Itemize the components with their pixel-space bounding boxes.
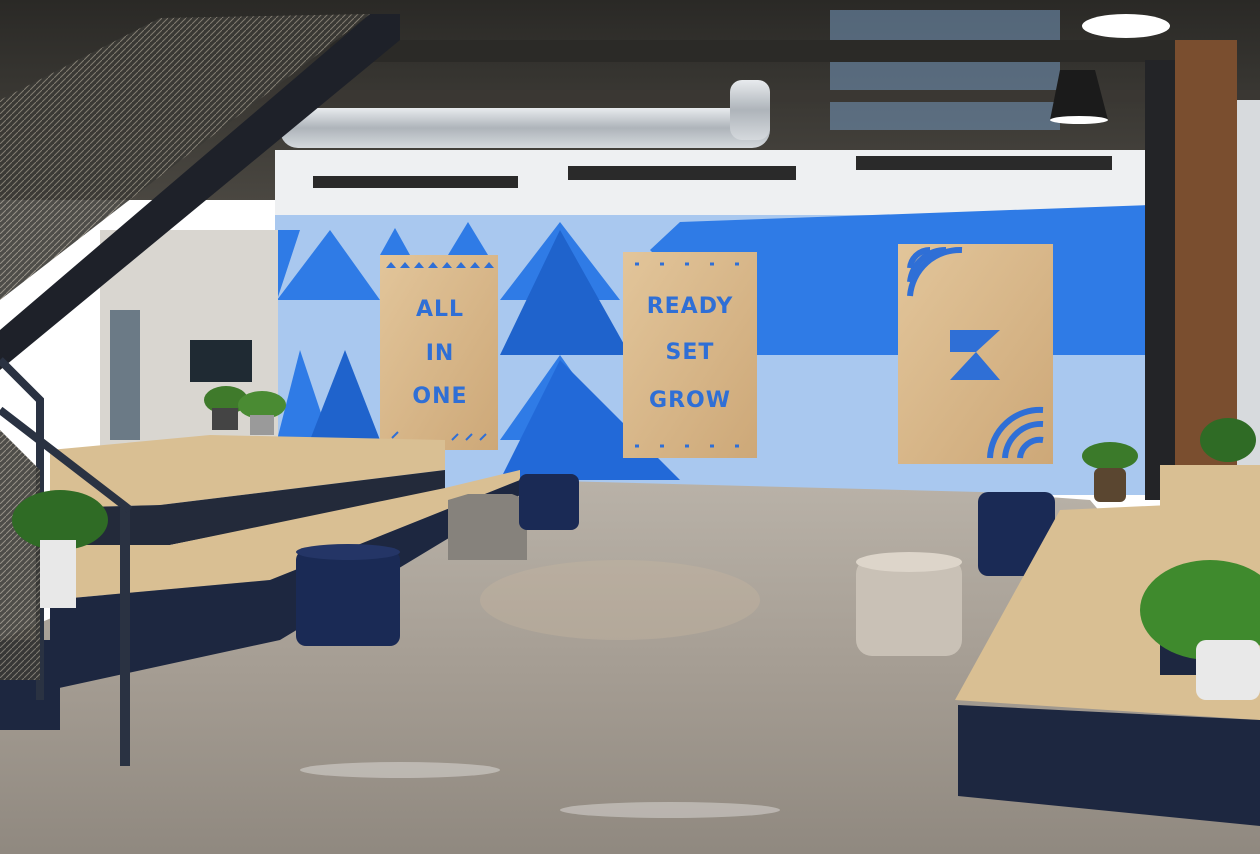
stair-lower-mesh (0, 430, 40, 680)
back-room-tv (190, 340, 252, 382)
pendant-lamp-right-glow (1050, 116, 1108, 124)
floor-reflection (480, 560, 760, 640)
scene-svg: ALL IN ONE READY SET GROW (0, 0, 1260, 854)
linear-light-2 (568, 166, 796, 180)
ottoman-navy (296, 544, 400, 646)
potted-plant (1200, 418, 1256, 462)
sign-ready-set-grow-line2: SET (666, 340, 715, 365)
ottoman-stone (856, 552, 962, 656)
sign-ready-set-grow-line3: GROW (649, 388, 731, 413)
linear-light-3 (856, 156, 1112, 170)
pendant-lamp-top (1082, 14, 1170, 38)
floor-reflection (300, 762, 500, 778)
linear-light-1 (313, 176, 518, 188)
air-duct-drop (730, 80, 770, 140)
stair-handrail-post (120, 508, 130, 766)
air-duct (280, 108, 770, 148)
back-room-window (110, 310, 140, 440)
sign-ready-set-grow: READY SET GROW (623, 252, 757, 458)
sign-logo (898, 244, 1053, 464)
ceiling-beam (330, 40, 1230, 62)
ottoman-gray (448, 494, 527, 560)
ottoman-navy (519, 474, 579, 530)
sign-all-in-one-line3: ONE (412, 384, 467, 409)
sign-all-in-one-line2: IN (426, 341, 455, 366)
sign-all-in-one: ALL IN ONE (380, 255, 498, 450)
floor-reflection (560, 802, 780, 818)
office-lobby-photo: ALL IN ONE READY SET GROW (0, 0, 1260, 854)
sign-ready-set-grow-line1: READY (647, 294, 734, 319)
ceiling-panel (830, 10, 1060, 130)
sign-all-in-one-line1: ALL (416, 297, 464, 322)
steel-column (1145, 60, 1177, 500)
